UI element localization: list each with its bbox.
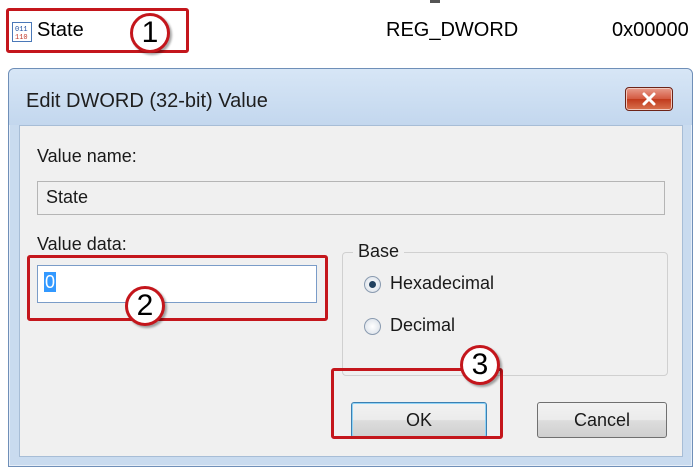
dialog-titlebar[interactable]: Edit DWORD (32-bit) Value [9,69,692,125]
close-button[interactable] [625,87,673,111]
base-legend: Base [353,241,405,262]
radio-label-hexadecimal: Hexadecimal [390,273,495,293]
base-group: Base Hexadecimal Decimal [342,241,668,376]
dialog-title: Edit DWORD (32-bit) Value [26,90,268,112]
annotation-marker-2: 2 [125,286,165,326]
value-data-label: Value data: [37,234,127,254]
annotation-marker-3: 3 [460,345,500,385]
value-name-field: State [37,181,665,215]
annotation-marker-1: 1 [130,13,170,53]
close-icon [642,92,656,106]
registry-value-data: 0x00000 [612,19,689,41]
value-name-label: Value name: [37,146,137,166]
radio-label-decimal: Decimal [390,315,456,335]
cancel-button[interactable]: Cancel [537,402,667,438]
radio-button-unchecked[interactable] [364,318,381,335]
annotation-box-value-data [27,255,328,321]
registry-value-type: REG_DWORD [386,19,519,41]
list-divider [430,0,440,3]
radio-button-checked[interactable] [364,276,381,293]
